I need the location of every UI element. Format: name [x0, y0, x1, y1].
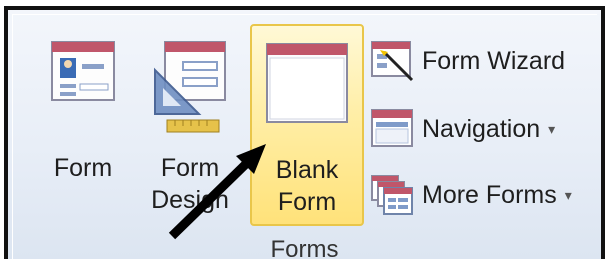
more-forms-button[interactable]: More Forms ▾	[370, 172, 605, 218]
blank-form-label-line1: Blank	[275, 156, 339, 184]
form-button[interactable]: Form	[38, 24, 128, 226]
more-forms-icon	[371, 175, 413, 215]
form-button-label: Form	[53, 154, 113, 182]
navigation-button[interactable]: Navigation ▾	[370, 106, 605, 152]
forms-ribbon-group: Form Form Design Blank Form Form Wizard …	[4, 6, 605, 259]
blank-form-label-line2: Form	[277, 188, 337, 216]
form-design-label-line2: Design	[151, 186, 229, 214]
form-wizard-label: Form Wizard	[422, 46, 566, 75]
more-forms-label: More Forms	[422, 180, 557, 209]
form-design-button[interactable]: Form Design	[140, 24, 240, 226]
chevron-down-icon[interactable]: ▾	[565, 187, 572, 204]
form-design-icon	[154, 41, 226, 133]
blank-form-icon	[266, 43, 348, 123]
form-wizard-icon	[371, 41, 414, 82]
chevron-down-icon[interactable]: ▾	[548, 121, 555, 138]
form-icon	[51, 41, 115, 101]
ribbon-screenshot: Form Form Design Blank Form Form Wizard …	[0, 0, 605, 259]
navigation-icon	[371, 109, 413, 147]
form-design-label-line1: Form	[160, 154, 220, 182]
navigation-label: Navigation	[422, 114, 541, 143]
form-wizard-button[interactable]: Form Wizard	[370, 38, 605, 84]
blank-form-button[interactable]: Blank Form	[250, 24, 364, 226]
group-label-forms: Forms	[270, 236, 339, 259]
